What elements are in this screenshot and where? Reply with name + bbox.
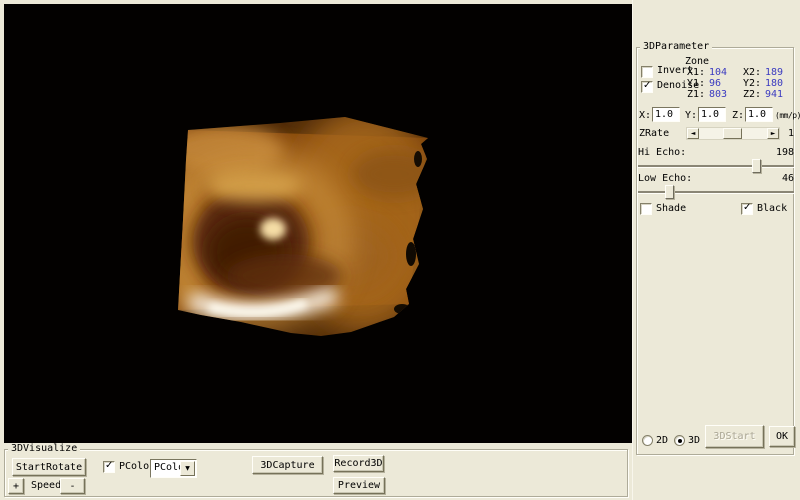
zone-z1-label: Z1: bbox=[687, 89, 705, 101]
denoise-checkbox[interactable]: ✓ bbox=[641, 81, 653, 93]
start-rotate-button[interactable]: StartRotate bbox=[12, 458, 86, 476]
pcolor-dropdown[interactable]: PColor ▼ bbox=[150, 459, 197, 478]
scroll-left-icon: ◄ bbox=[691, 131, 696, 137]
check-icon: ✓ bbox=[743, 203, 752, 213]
pcolor-dropdown-button[interactable]: ▼ bbox=[180, 461, 195, 476]
shade-label: Shade bbox=[656, 203, 686, 215]
app-window: 3DParameter ✓ Invert ✓ Denoise Zone X1: … bbox=[0, 0, 800, 500]
hi-echo-label: Hi Echo: bbox=[638, 147, 686, 159]
shade-checkbox[interactable]: ✓ bbox=[640, 203, 652, 215]
low-echo-value: 46 bbox=[770, 173, 794, 185]
black-label: Black bbox=[757, 203, 787, 215]
3dstart-button: 3DStart bbox=[705, 425, 764, 448]
radio-dot-icon bbox=[678, 439, 682, 443]
black-checkbox[interactable]: ✓ bbox=[741, 203, 753, 215]
preview-button[interactable]: Preview bbox=[333, 477, 385, 494]
scroll-right-icon: ► bbox=[771, 131, 776, 137]
bottom-bar: 3DVisualize StartRotate + Speed - ✓ PCol… bbox=[0, 443, 632, 500]
check-icon: ✓ bbox=[105, 461, 114, 471]
zone-z2-label: Z2: bbox=[743, 89, 761, 101]
scale-unit-label: (mm/p) bbox=[775, 110, 800, 122]
3dparameter-group-title: 3DParameter bbox=[640, 41, 712, 53]
3dcapture-button[interactable]: 3DCapture bbox=[252, 456, 323, 474]
y-scale-input[interactable] bbox=[698, 107, 726, 122]
ultrasound-volume-render bbox=[4, 4, 632, 443]
right-panel: 3DParameter ✓ Invert ✓ Denoise Zone X1: … bbox=[632, 0, 800, 500]
hi-echo-slider-track[interactable] bbox=[638, 165, 794, 167]
mode-3d-label: 3D bbox=[688, 435, 700, 447]
mode-3d-radio[interactable] bbox=[674, 435, 685, 446]
speed-plus-button[interactable]: + bbox=[8, 478, 24, 494]
pcolor-checkbox[interactable]: ✓ bbox=[103, 461, 115, 473]
invert-checkbox[interactable]: ✓ bbox=[641, 66, 653, 78]
chevron-down-icon: ▼ bbox=[185, 466, 190, 472]
zrate-label: ZRate bbox=[639, 128, 669, 140]
zrate-value: 1 bbox=[788, 128, 794, 140]
zone-z1-value: 803 bbox=[709, 89, 727, 101]
zone-z2-value: 941 bbox=[765, 89, 783, 101]
zrate-scroll-left-button[interactable]: ◄ bbox=[687, 128, 699, 139]
speed-label: Speed bbox=[31, 480, 61, 492]
3d-viewport[interactable] bbox=[4, 4, 632, 443]
check-icon: ✓ bbox=[643, 81, 652, 91]
z-scale-label: Z: bbox=[732, 110, 744, 122]
zrate-scroll-thumb[interactable] bbox=[723, 128, 742, 139]
x-scale-label: X: bbox=[639, 110, 651, 122]
record3d-button[interactable]: Record3D bbox=[333, 455, 384, 472]
ok-button[interactable]: OK bbox=[769, 426, 795, 447]
zrate-scroll-right-button[interactable]: ► bbox=[767, 128, 779, 139]
z-scale-input[interactable] bbox=[745, 107, 773, 122]
hi-echo-value: 198 bbox=[770, 147, 794, 159]
low-echo-slider-track[interactable] bbox=[638, 191, 794, 193]
zrate-scrollbar[interactable]: ◄ ► bbox=[686, 127, 780, 140]
3dvisualize-group-title: 3DVisualize bbox=[8, 443, 80, 455]
low-echo-slider-thumb[interactable] bbox=[665, 185, 674, 199]
hi-echo-slider-thumb[interactable] bbox=[752, 159, 761, 173]
mode-2d-label: 2D bbox=[656, 435, 668, 447]
low-echo-label: Low Echo: bbox=[638, 173, 692, 185]
mode-2d-radio[interactable] bbox=[642, 435, 653, 446]
y-scale-label: Y: bbox=[685, 110, 697, 122]
speed-minus-button[interactable]: - bbox=[60, 478, 85, 494]
x-scale-input[interactable] bbox=[652, 107, 680, 122]
